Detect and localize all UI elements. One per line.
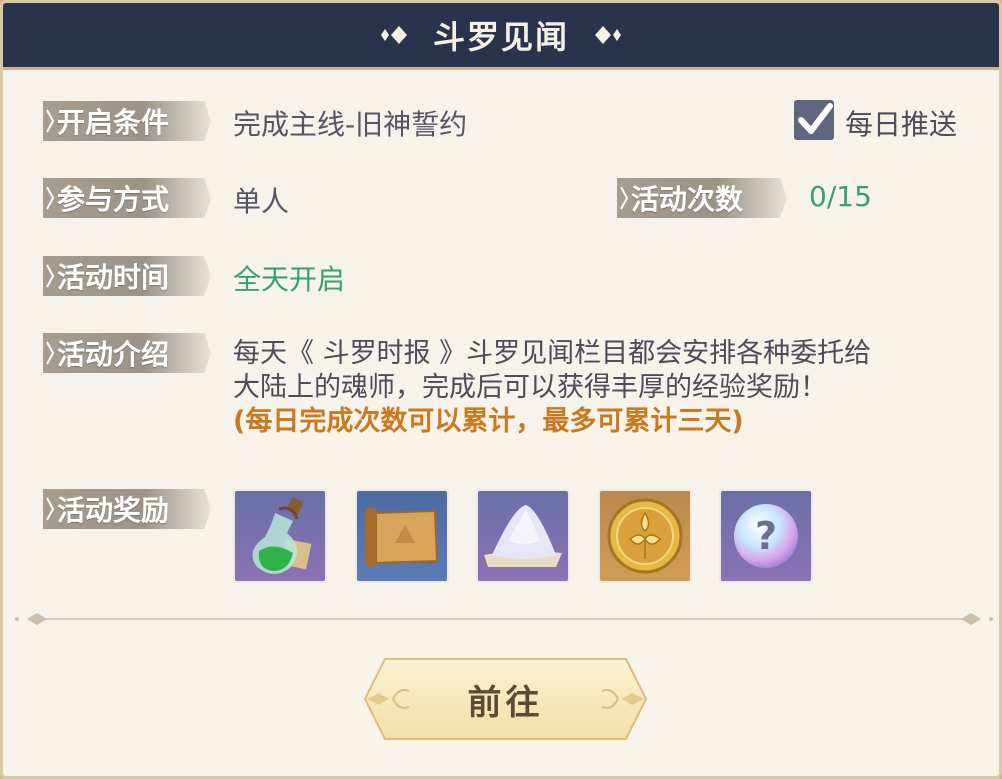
activity-panel: 斗罗见闻 开启条件 完成主线-旧神誓约 每日推送 参与方式 单人 活动次数 0/… (0, 0, 1002, 779)
go-button-label[interactable]: 前往 (468, 675, 544, 724)
daily-push-label[interactable]: 每日推送 (845, 103, 957, 143)
chevron-right-icon (46, 497, 55, 521)
chevron-right-icon (620, 186, 629, 210)
green-potion-icon (252, 497, 312, 574)
label-mode-text: 参与方式 (57, 183, 170, 216)
count-value: 0/15 (809, 180, 872, 213)
intro-line-1: 每天《 斗罗时报 》斗罗见闻栏目都会安排各种委托给 (233, 338, 872, 369)
label-time: 活动时间 (43, 256, 211, 296)
panel-title: 斗罗见闻 (432, 18, 569, 56)
mode-value: 单人 (233, 185, 290, 218)
reward-item[interactable] (476, 489, 570, 583)
chevron-right-icon (46, 186, 55, 210)
sparkle-icon-left (380, 26, 407, 44)
label-mode: 参与方式 (43, 178, 211, 218)
reward-item[interactable] (598, 489, 692, 583)
checkmark-icon (798, 103, 833, 134)
chevron-right-icon (46, 109, 55, 133)
reward-item[interactable]: ? (719, 489, 813, 583)
label-rewards-text: 活动奖励 (57, 494, 170, 527)
label-time-text: 活动时间 (57, 261, 170, 294)
gold-coin-icon (607, 498, 683, 574)
mystery-orb-icon: ? (734, 504, 798, 568)
label-condition-text: 开启条件 (57, 106, 170, 139)
label-intro-text: 活动介绍 (57, 338, 170, 371)
white-powder-icon (484, 505, 562, 567)
intro-note: (每日完成次数可以累计，最多可累计三天) (233, 406, 744, 437)
svg-text:?: ? (755, 514, 777, 558)
label-condition: 开启条件 (43, 101, 211, 141)
reward-item[interactable] (355, 489, 449, 583)
label-count: 活动次数 (617, 178, 787, 218)
daily-push-checkbox[interactable] (794, 100, 834, 140)
sparkle-icon-right (595, 26, 621, 44)
label-count-text: 活动次数 (631, 183, 744, 216)
chevron-right-icon (46, 341, 55, 365)
intro-description: 每天《 斗罗时报 》斗罗见闻栏目都会安排各种委托给 大陆上的魂师，完成后可以获得… (233, 337, 973, 439)
intro-line-2: 大陆上的魂师，完成后可以获得丰厚的经验奖励！ (233, 372, 827, 403)
label-intro: 活动介绍 (43, 333, 211, 373)
time-value: 全天开启 (233, 263, 346, 296)
condition-value: 完成主线-旧神誓约 (233, 108, 468, 141)
label-rewards: 活动奖励 (43, 489, 211, 529)
treasure-map-icon (365, 507, 439, 567)
section-divider (15, 613, 993, 625)
go-button[interactable]: 前往 (363, 657, 648, 741)
panel-header: 斗罗见闻 (3, 3, 999, 70)
chevron-right-icon (46, 264, 55, 288)
reward-item[interactable] (233, 489, 327, 583)
